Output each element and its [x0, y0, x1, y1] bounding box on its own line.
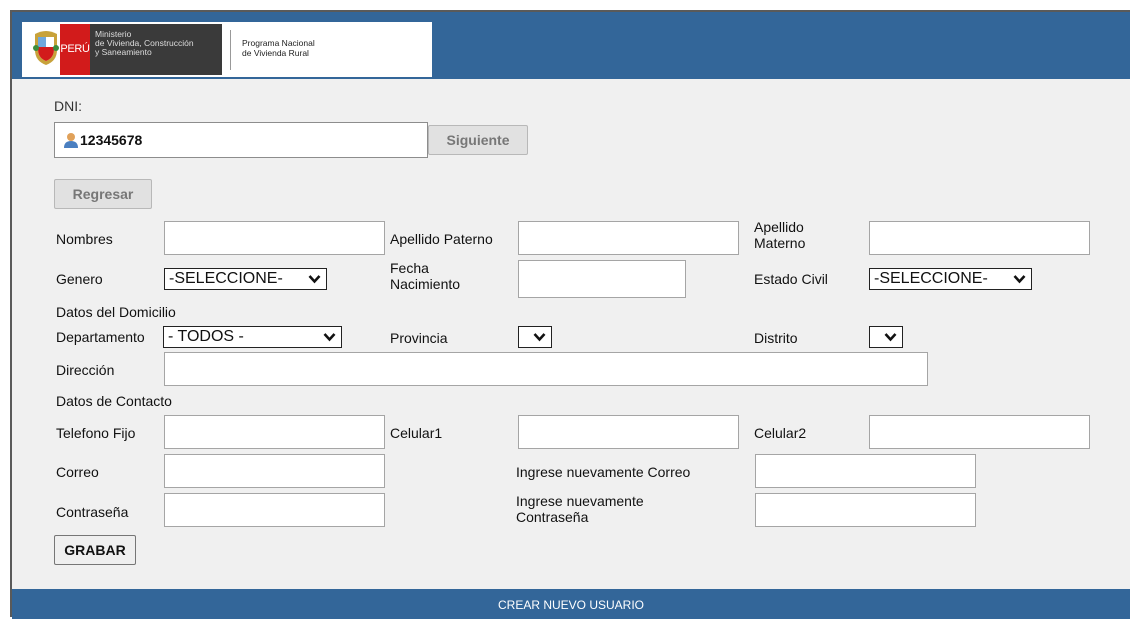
estado-civil-select[interactable]: -SELECCIONE- [869, 268, 1032, 290]
dni-input[interactable]: 12345678 [54, 122, 428, 158]
correo-input[interactable] [164, 454, 385, 488]
apellido-materno-label: Apellido Materno [754, 219, 806, 251]
peru-shield-icon [33, 31, 59, 65]
next-button[interactable]: Siguiente [428, 125, 528, 155]
apellido-materno-input[interactable] [869, 221, 1090, 255]
chevron-down-icon [308, 275, 321, 284]
departamento-select[interactable]: - TODOS - [163, 326, 342, 348]
celular1-input[interactable] [518, 415, 739, 449]
genero-label: Genero [56, 271, 103, 287]
provincia-select[interactable] [518, 326, 552, 348]
peru-label: PERÚ [60, 24, 90, 75]
nombres-input[interactable] [164, 221, 385, 255]
program-name: Programa Nacional de Vivienda Rural [242, 38, 315, 58]
user-icon [64, 133, 78, 148]
celular2-input[interactable] [869, 415, 1090, 449]
direccion-label: Dirección [56, 362, 115, 378]
ministry-name: Ministerio de Vivienda, Construcción y S… [90, 24, 222, 75]
direccion-input[interactable] [164, 352, 928, 386]
correo-repeat-input[interactable] [755, 454, 976, 488]
dni-label: DNI: [54, 98, 82, 114]
distrito-label: Distrito [754, 330, 798, 346]
correo-repeat-label: Ingrese nuevamente Correo [516, 464, 691, 480]
fecha-nacimiento-label: Fecha Nacimiento [390, 260, 461, 292]
telefono-fijo-input[interactable] [164, 415, 385, 449]
fecha-nacimiento-input[interactable] [518, 260, 686, 298]
contrasena-repeat-label: Ingrese nuevamente Contraseña [516, 493, 644, 525]
header-bar: PERÚ Ministerio de Vivienda, Construcció… [12, 12, 1130, 79]
genero-select[interactable]: -SELECCIONE- [164, 268, 327, 290]
distrito-select[interactable] [869, 326, 903, 348]
app-frame: PERÚ Ministerio de Vivienda, Construcció… [10, 10, 1130, 619]
chevron-down-icon [884, 333, 897, 342]
chevron-down-icon [323, 333, 336, 342]
dni-value: 12345678 [80, 132, 143, 148]
ministry-logo: PERÚ Ministerio de Vivienda, Construcció… [22, 22, 432, 77]
celular2-label: Celular2 [754, 425, 807, 441]
telefono-fijo-label: Telefono Fijo [56, 425, 136, 441]
contacto-section-label: Datos de Contacto [56, 393, 172, 409]
nombres-label: Nombres [56, 231, 113, 247]
provincia-label: Provincia [390, 330, 448, 346]
logo-divider [230, 30, 231, 70]
back-button[interactable]: Regresar [54, 179, 152, 209]
contrasena-repeat-input[interactable] [755, 493, 976, 527]
apellido-paterno-label: Apellido Paterno [390, 231, 493, 247]
contrasena-label: Contraseña [56, 504, 129, 520]
celular1-label: Celular1 [390, 425, 443, 441]
footer-title: CREAR NUEVO USUARIO [12, 589, 1130, 619]
apellido-paterno-input[interactable] [518, 221, 739, 255]
domicilio-section-label: Datos del Domicilio [56, 304, 176, 320]
correo-label: Correo [56, 464, 99, 480]
chevron-down-icon [1013, 275, 1026, 284]
chevron-down-icon [533, 333, 546, 342]
estado-civil-label: Estado Civil [754, 271, 828, 287]
departamento-label: Departamento [56, 329, 145, 345]
save-button[interactable]: GRABAR [54, 535, 136, 565]
contrasena-input[interactable] [164, 493, 385, 527]
